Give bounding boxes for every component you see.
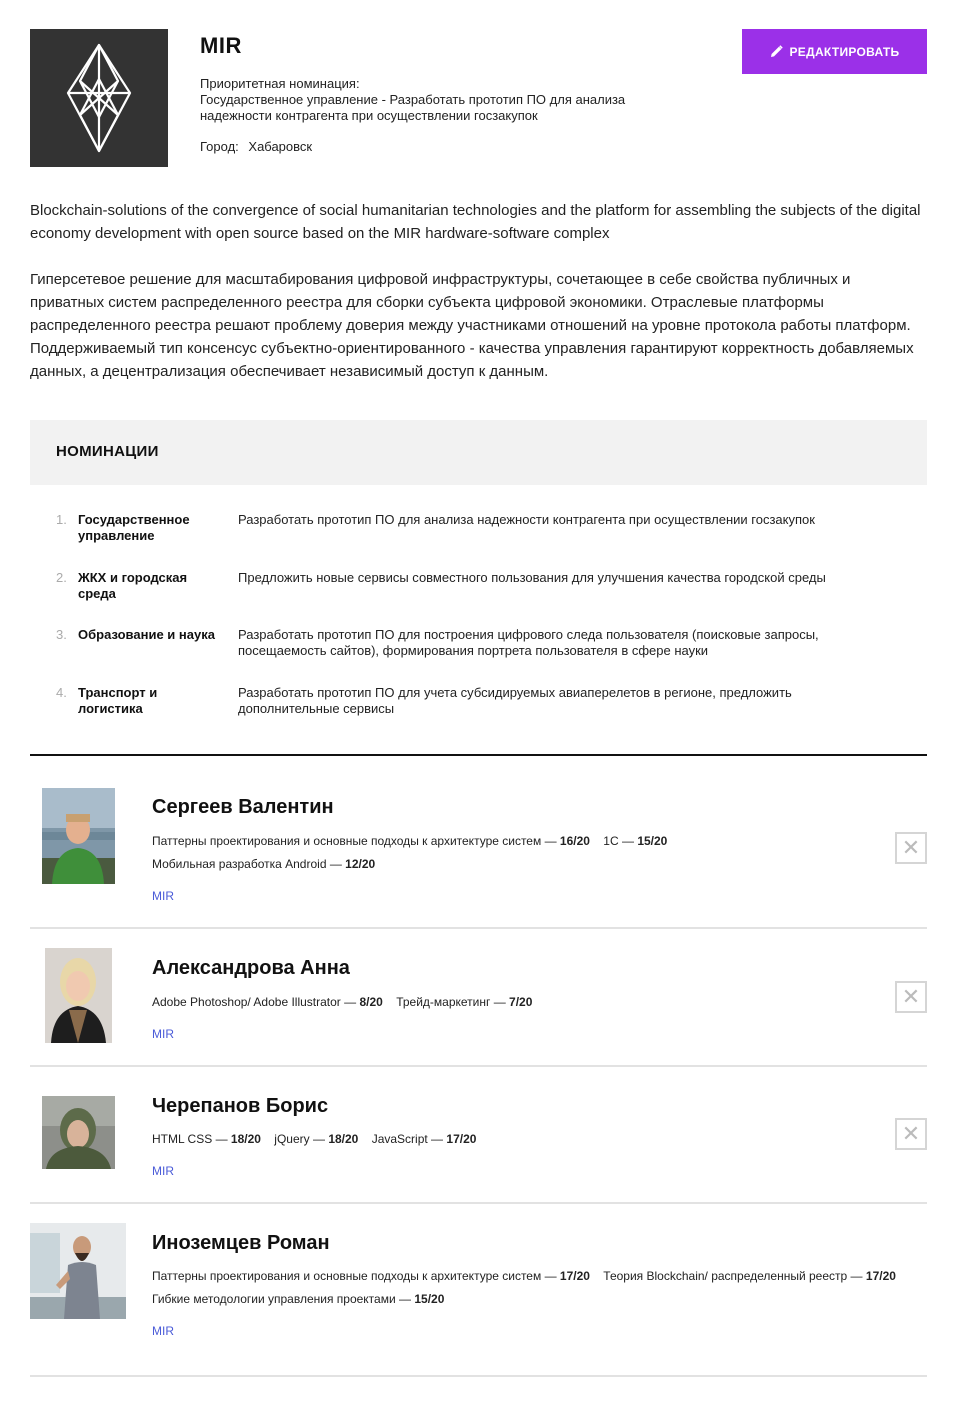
nomination-category: ЖКХ и городская среда bbox=[78, 570, 188, 601]
nomination-number: 1. bbox=[56, 512, 67, 527]
priority-nomination-label: Приоритетная номинация: bbox=[200, 76, 360, 91]
member-team-link[interactable]: MIR bbox=[152, 889, 174, 903]
skill: HTML CSS — 18/20 bbox=[152, 1132, 261, 1146]
member-name: Иноземцев Роман bbox=[152, 1232, 330, 1254]
priority-nomination-value: Государственное управление - Разработать… bbox=[200, 92, 626, 123]
remove-member-button[interactable]: ✕ bbox=[895, 981, 927, 1013]
member-skills: HTML CSS — 18/20 jQuery — 18/20 JavaScri… bbox=[152, 1128, 912, 1151]
nominations-title: НОМИНАЦИИ bbox=[56, 443, 159, 460]
skill: jQuery — 18/20 bbox=[274, 1132, 359, 1146]
avatar bbox=[45, 948, 112, 1043]
member-team-link[interactable]: MIR bbox=[152, 1324, 174, 1338]
description-en: Blockchain-solutions of the convergence … bbox=[30, 202, 921, 242]
remove-member-button[interactable]: ✕ bbox=[895, 832, 927, 864]
pencil-icon bbox=[770, 45, 783, 57]
member-name: Черепанов Борис bbox=[152, 1095, 329, 1117]
edit-button[interactable]: РЕДАКТИРОВАТЬ bbox=[742, 29, 927, 74]
skill: Паттерны проектирования и основные подхо… bbox=[152, 1269, 590, 1283]
skill: Теория Blockchain/ распределенный реестр… bbox=[603, 1269, 896, 1283]
skill: Трейд-маркетинг — 7/20 bbox=[396, 995, 533, 1009]
nomination-task: Разработать прототип ПО для учета субсид… bbox=[238, 685, 792, 716]
member-skills: Adobe Photoshop/ Adobe Illustrator — 8/2… bbox=[152, 991, 912, 1014]
skill: Мобильная разработка Android — 12/20 bbox=[152, 857, 376, 871]
nomination-category: Образование и наука bbox=[78, 627, 215, 642]
skills-line: HTML CSS — 18/20 jQuery — 18/20 JavaScri… bbox=[152, 1128, 912, 1151]
skill: Паттерны проектирования и основные подхо… bbox=[152, 834, 590, 848]
skill: 1С — 15/20 bbox=[603, 834, 668, 848]
nomination-category: Транспорт и логистика bbox=[78, 685, 158, 716]
nomination-task: Разработать прототип ПО для анализа наде… bbox=[238, 512, 815, 527]
member-name: Сергеев Валентин bbox=[152, 796, 334, 818]
member-card: Сергеев Валентин Паттерны проектирования… bbox=[30, 756, 927, 929]
remove-member-button[interactable]: ✕ bbox=[895, 1118, 927, 1150]
skill: Adobe Photoshop/ Adobe Illustrator — 8/2… bbox=[152, 995, 383, 1009]
member-skills: Паттерны проектирования и основные подхо… bbox=[152, 830, 912, 876]
avatar bbox=[30, 1223, 126, 1319]
crystal-logo-icon bbox=[66, 43, 132, 153]
member-team-link[interactable]: MIR bbox=[152, 1027, 174, 1041]
nomination-number: 3. bbox=[56, 627, 67, 642]
team-logo bbox=[30, 29, 168, 167]
member-team-link[interactable]: MIR bbox=[152, 1164, 174, 1178]
nomination-number: 4. bbox=[56, 685, 67, 700]
skills-line: Паттерны проектирования и основные подхо… bbox=[152, 830, 912, 853]
skills-line: Гибкие методологии управления проектами … bbox=[152, 1288, 912, 1311]
member-card: Александрова Анна Adobe Photoshop/ Adobe… bbox=[30, 929, 927, 1067]
skills-line: Паттерны проектирования и основные подхо… bbox=[152, 1265, 912, 1288]
member-card: Черепанов Борис HTML CSS — 18/20 jQuery … bbox=[30, 1067, 927, 1204]
close-icon: ✕ bbox=[901, 1121, 921, 1146]
city: Город: Хабаровск bbox=[200, 139, 312, 154]
member-divider bbox=[30, 1375, 927, 1377]
member-name: Александрова Анна bbox=[152, 957, 350, 979]
skills-line: Мобильная разработка Android — 12/20 bbox=[152, 853, 912, 876]
close-icon: ✕ bbox=[901, 984, 921, 1009]
member-card: Иноземцев Роман Паттерны проектирования … bbox=[30, 1204, 927, 1378]
avatar bbox=[42, 788, 115, 884]
description-ru: Гиперсетевое решение для масштабирования… bbox=[30, 271, 914, 380]
nomination-number: 2. bbox=[56, 570, 67, 585]
avatar bbox=[42, 1096, 115, 1169]
close-icon: ✕ bbox=[901, 835, 921, 860]
team-name: MIR bbox=[200, 33, 242, 58]
skills-line: Adobe Photoshop/ Adobe Illustrator — 8/2… bbox=[152, 991, 912, 1014]
team-header: MIR Приоритетная номинация: Государствен… bbox=[30, 29, 927, 167]
city-value: Хабаровск bbox=[248, 139, 313, 154]
nominations-header: НОМИНАЦИИ bbox=[30, 420, 927, 485]
skill: JavaScript — 17/20 bbox=[371, 1132, 477, 1146]
nomination-task: Предложить новые сервисы совместного пол… bbox=[238, 570, 826, 585]
nomination-category: Государственное управление bbox=[78, 512, 190, 543]
member-skills: Паттерны проектирования и основные подхо… bbox=[152, 1265, 912, 1311]
skill: Гибкие методологии управления проектами … bbox=[152, 1292, 445, 1306]
city-label: Город: bbox=[200, 139, 239, 154]
edit-button-label: РЕДАКТИРОВАТЬ bbox=[789, 44, 900, 59]
nomination-task: Разработать прототип ПО для построения ц… bbox=[238, 627, 819, 658]
